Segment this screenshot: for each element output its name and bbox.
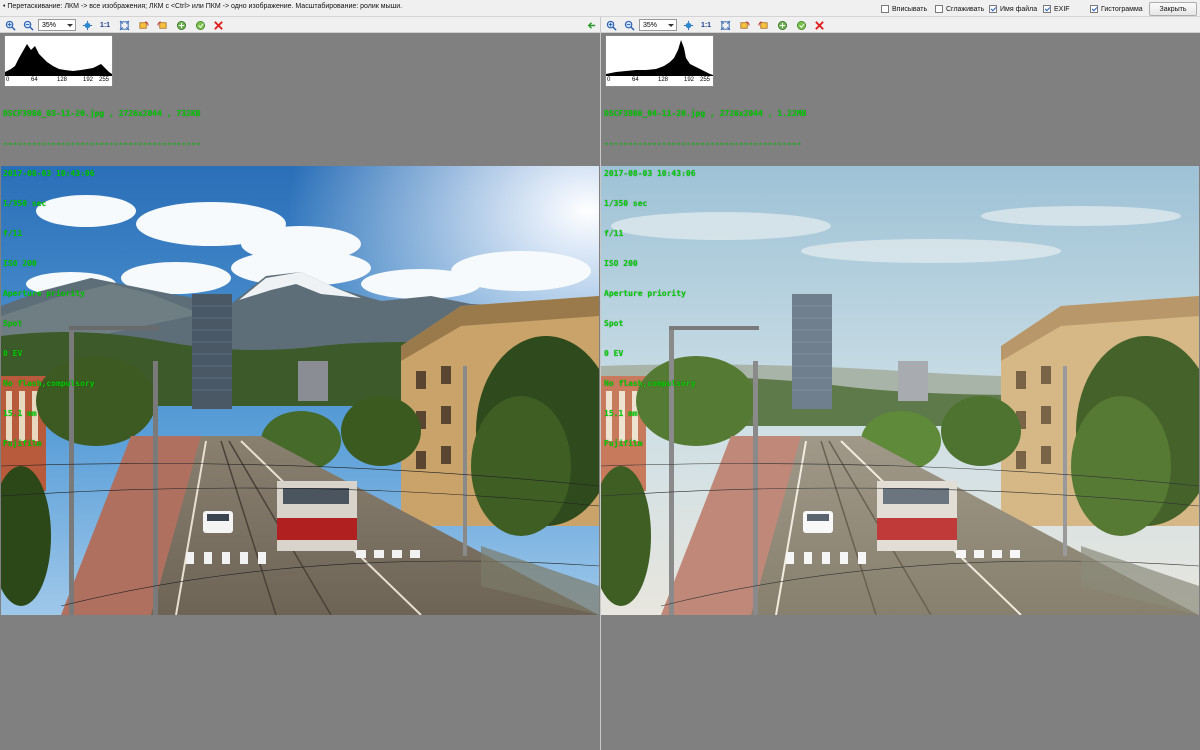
histogram-tick: 192	[83, 77, 94, 83]
one-to-one-button[interactable]: 1:1	[98, 19, 112, 31]
flip-icon[interactable]	[776, 19, 788, 31]
fit-icon[interactable]	[81, 19, 93, 31]
one-to-one-button[interactable]: 1:1	[699, 19, 713, 31]
right-exif-overlay: DSCF3986_04-11-20.jpg , 2726x2044 , 1.22…	[604, 89, 806, 469]
histogram-tick: 128	[57, 77, 68, 83]
exif-shutter: 1/350 sec	[3, 199, 47, 208]
exif-date: 2017-08-03 10:43:06	[3, 169, 95, 178]
histogram-tick: 64	[632, 77, 639, 83]
exif-mode: Aperture priority	[604, 289, 686, 298]
histogram-tick: 192	[684, 77, 695, 83]
exif-make: Fujifilm	[3, 439, 42, 448]
exif-make: Fujifilm	[604, 439, 643, 448]
histogram-tick: 64	[31, 77, 38, 83]
back-arrow-icon[interactable]	[585, 19, 597, 31]
status-bar: • Перетаскивание: ЛКМ -> все изображения…	[0, 0, 1200, 17]
left-image-panel[interactable]: 35% 1:1 0 64 128 192 255 DSCF3986_03-11-…	[0, 17, 600, 750]
histogram-tick: 255	[700, 77, 711, 83]
left-exif-overlay: DSCF3986_03-11-20.jpg , 2726x2044 , 732K…	[3, 89, 200, 469]
zoom-value: 35%	[643, 21, 658, 29]
checkbox-label: Сглаживать	[946, 5, 985, 13]
exif-focal: 15.1 mm	[3, 409, 37, 418]
zoom-select[interactable]: 35%	[639, 19, 677, 31]
zoom-out-icon[interactable]	[623, 19, 635, 31]
left-toolbar: 35% 1:1	[0, 17, 600, 33]
info-icon[interactable]	[194, 19, 206, 31]
rotate-left-icon[interactable]	[738, 19, 750, 31]
filename-checkbox[interactable]: Имя файла	[989, 4, 1037, 14]
file-info: DSCF3986_03-11-20.jpg , 2726x2044 , 732K…	[3, 109, 201, 118]
histogram-graph	[606, 40, 713, 76]
separator: ----------------------------------------…	[3, 139, 201, 148]
exif-metering: Spot	[604, 319, 624, 328]
rotate-left-icon[interactable]	[137, 19, 149, 31]
histogram-axis: 0 64 128 192 255	[5, 77, 112, 86]
right-image-panel[interactable]: 35% 1:1 0 64 128 192 255 DSCF3986_04-11-…	[600, 17, 1200, 750]
exif-ev: 0 EV	[3, 349, 23, 358]
exif-aperture: f/11	[3, 229, 23, 238]
exif-flash: No flash,compulsory	[604, 379, 696, 388]
zoom-in-icon[interactable]	[605, 19, 617, 31]
fit-window-icon[interactable]	[719, 19, 731, 31]
histogram-axis: 0 64 128 192 255	[606, 77, 713, 86]
exif-aperture: f/11	[604, 229, 624, 238]
close-image-icon[interactable]	[813, 19, 825, 31]
exif-shutter: 1/350 sec	[604, 199, 648, 208]
checkbox-box[interactable]	[935, 5, 943, 13]
checkbox-label: Гистограмма	[1101, 5, 1143, 13]
exif-checkbox[interactable]: EXIF	[1043, 4, 1070, 14]
exif-flash: No flash,compulsory	[3, 379, 95, 388]
zoom-select[interactable]: 35%	[38, 19, 76, 31]
smooth-checkbox[interactable]: Сглаживать	[935, 4, 984, 14]
fit-checkbox[interactable]: Вписывать	[881, 4, 927, 14]
exif-focal: 15.1 mm	[604, 409, 638, 418]
usage-hint: • Перетаскивание: ЛКМ -> все изображения…	[3, 3, 403, 10]
zoom-value: 35%	[42, 21, 57, 29]
histogram-tick: 0	[6, 77, 10, 83]
rotate-right-icon[interactable]	[156, 19, 168, 31]
checkbox-box[interactable]	[881, 5, 889, 13]
exif-iso: ISO 200	[604, 259, 638, 268]
checkbox-box[interactable]	[1090, 5, 1098, 13]
exif-mode: Aperture priority	[3, 289, 85, 298]
exif-iso: ISO 200	[3, 259, 37, 268]
file-info: DSCF3986_04-11-20.jpg , 2726x2044 , 1.22…	[604, 109, 807, 118]
info-icon[interactable]	[795, 19, 807, 31]
fit-window-icon[interactable]	[118, 19, 130, 31]
separator: ----------------------------------------…	[604, 139, 802, 148]
exif-date: 2017-08-03 10:43:06	[604, 169, 696, 178]
exif-metering: Spot	[3, 319, 23, 328]
right-toolbar: 35% 1:1	[601, 17, 1200, 33]
rotate-right-icon[interactable]	[757, 19, 769, 31]
checkbox-box[interactable]	[1043, 5, 1051, 13]
histogram-checkbox[interactable]: Гистограмма	[1090, 4, 1143, 14]
zoom-out-icon[interactable]	[22, 19, 34, 31]
histogram-graph	[5, 44, 112, 76]
flip-icon[interactable]	[175, 19, 187, 31]
checkbox-box[interactable]	[989, 5, 997, 13]
right-histogram: 0 64 128 192 255	[605, 35, 714, 87]
chevron-down-icon	[668, 24, 674, 27]
fit-icon[interactable]	[682, 19, 694, 31]
checkbox-label: Вписывать	[892, 5, 928, 13]
left-histogram: 0 64 128 192 255	[4, 35, 113, 87]
zoom-in-icon[interactable]	[4, 19, 16, 31]
close-image-icon[interactable]	[212, 19, 224, 31]
checkbox-label: EXIF	[1054, 5, 1070, 13]
chevron-down-icon	[67, 24, 73, 27]
histogram-tick: 0	[607, 77, 611, 83]
close-button[interactable]: Закрыть	[1149, 2, 1197, 16]
histogram-tick: 128	[658, 77, 669, 83]
exif-ev: 0 EV	[604, 349, 624, 358]
checkbox-label: Имя файла	[1000, 5, 1038, 13]
histogram-tick: 255	[99, 77, 110, 83]
